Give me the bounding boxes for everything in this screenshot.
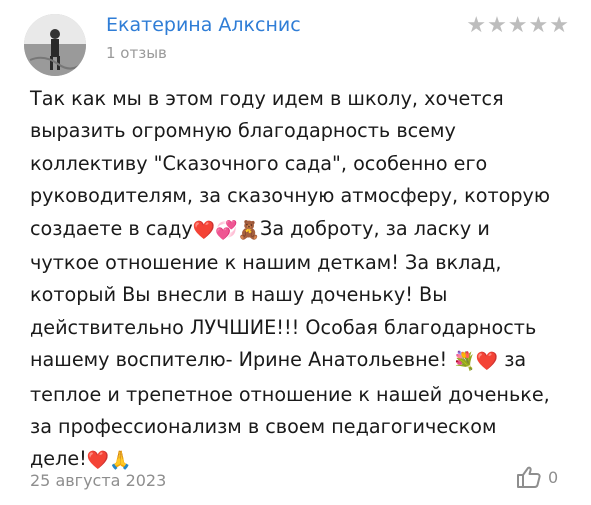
star-icon: ★ (466, 13, 487, 38)
bouquet-emoji: 💐 (453, 351, 476, 373)
review-count[interactable]: 1 отзыв (106, 44, 167, 62)
avatar[interactable] (24, 14, 86, 76)
review-line: выразить огромную благодарность всему (30, 119, 456, 143)
review-card: Екатерина Алкснис 1 отзыв ★ ★ ★ ★ ★ Так … (0, 0, 591, 505)
review-line: действительно ЛУЧШИЕ!!! Особая благодарн… (30, 315, 537, 339)
review-line: за профессионализм в своем педагогическо… (30, 415, 497, 439)
star-icon: ★ (507, 13, 528, 38)
red-heart-emoji: ❤️ (475, 351, 499, 373)
red-heart-emoji: ❤️ (192, 219, 216, 241)
review-line: Так как мы в этом году идем в школу, хоч… (30, 87, 504, 110)
star-rating: ★ ★ ★ ★ ★ (466, 14, 569, 38)
like-button[interactable]: 0 (516, 466, 558, 488)
revolving-hearts-emoji: 💞 (215, 219, 238, 241)
like-count: 0 (548, 467, 559, 487)
review-line: чуткое отношение к нашим деткам! За вкла… (30, 251, 502, 275)
star-icon: ★ (487, 13, 507, 38)
review-text: Так как мы в этом году идем в школу, хоч… (30, 83, 570, 478)
review-line: который Вы внесли в нашу доченьку! Вы (30, 283, 448, 307)
teddy-bear-emoji: 🧸 (237, 219, 261, 241)
review-line: руководителям, за сказочную атмосферу, к… (30, 184, 551, 208)
folded-hands-emoji: 🙏 (109, 450, 132, 472)
review-line: нашему воспителю- Ирине Анатольевне! 💐❤️… (30, 348, 527, 373)
author-name-link[interactable]: Екатерина Алкснис (106, 14, 301, 36)
review-line: создаете в саду❤️💞🧸За доброту, за ласку … (30, 216, 490, 241)
review-date: 25 августа 2023 (30, 471, 167, 490)
review-line: теплое и трепетное отношение к нашей доч… (30, 382, 550, 406)
star-icon: ★ (528, 13, 549, 38)
avatar-photo-icon (24, 14, 86, 76)
review-line: коллективу "Сказочного сада", особенно е… (30, 151, 488, 175)
star-icon: ★ (549, 13, 569, 38)
red-heart-emoji: ❤️ (86, 450, 110, 472)
thumbs-up-icon (517, 466, 541, 488)
